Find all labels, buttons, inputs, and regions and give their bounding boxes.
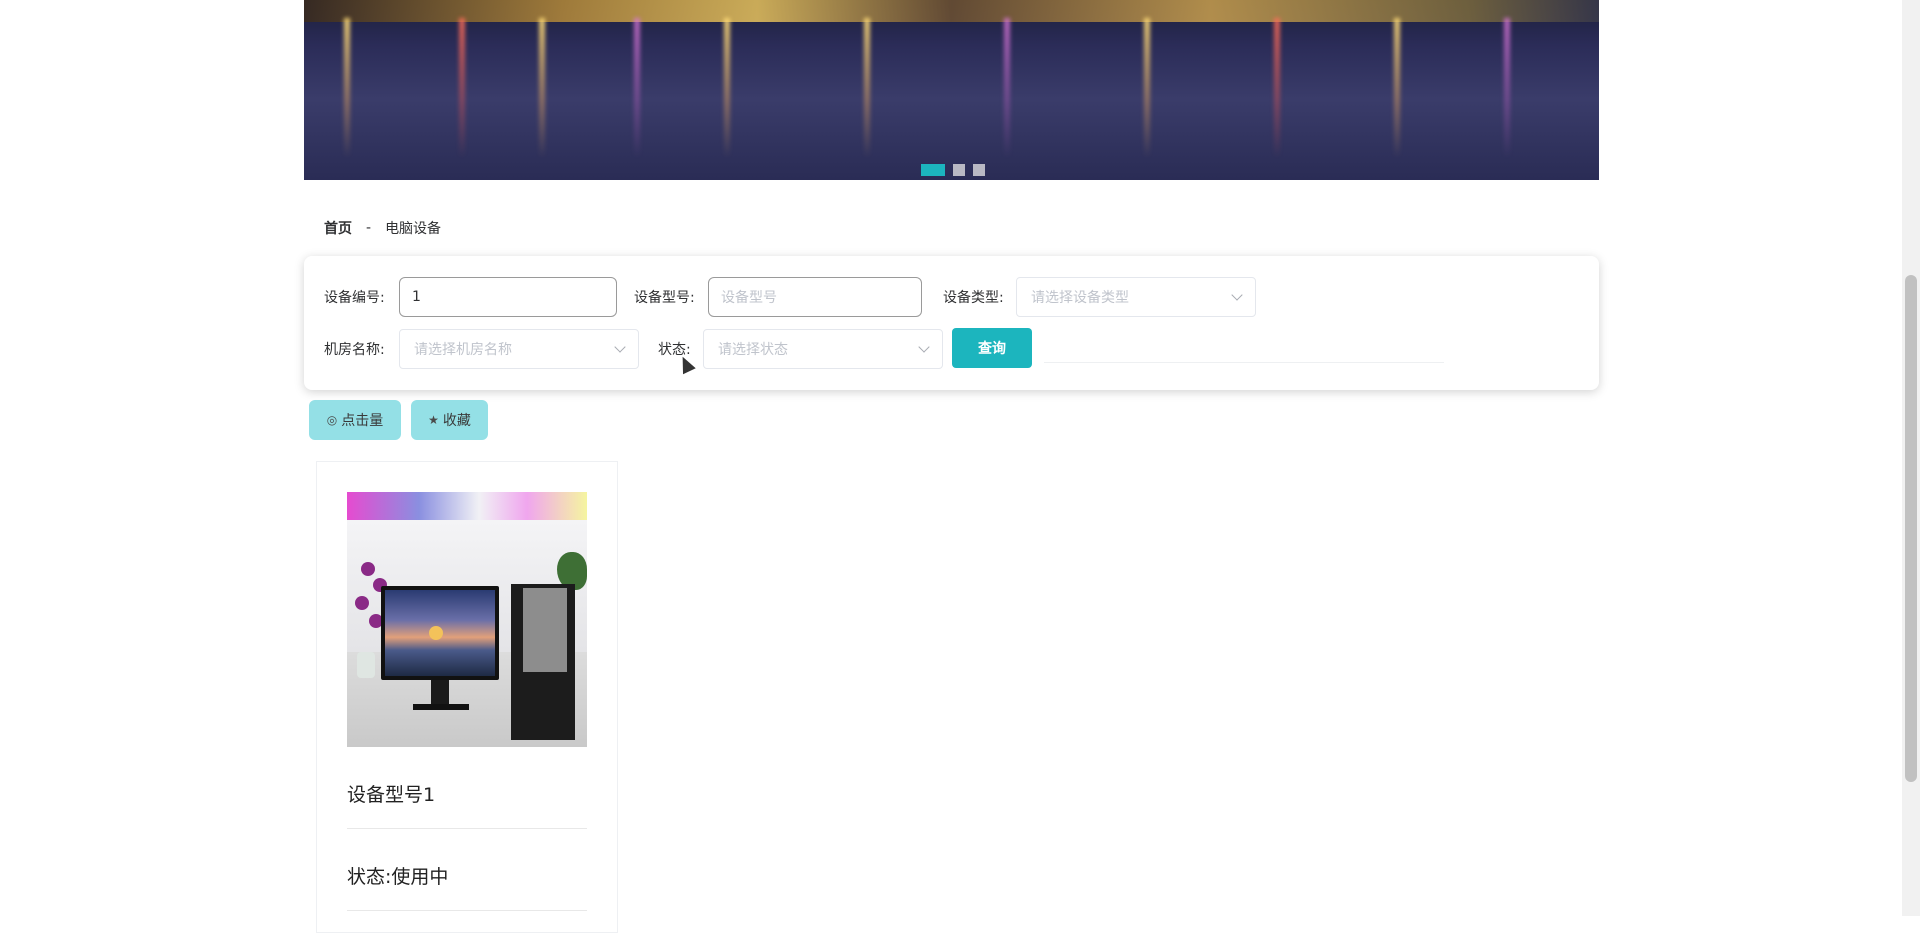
device-type-placeholder: 请选择设备类型 bbox=[1031, 290, 1129, 306]
device-title[interactable]: 设备型号1 bbox=[347, 780, 435, 807]
device-model-input[interactable]: 设备型号 bbox=[708, 277, 922, 317]
divider bbox=[347, 828, 587, 829]
breadcrumb-home[interactable]: 首页 bbox=[324, 218, 352, 238]
banner-reflection bbox=[1394, 18, 1400, 158]
device-card[interactable]: 设备型号1 状态:使用中 bbox=[316, 461, 618, 933]
status-select[interactable]: 请选择状态 bbox=[703, 329, 943, 369]
banner-bridge-lights bbox=[304, 0, 1599, 22]
chevron-down-icon bbox=[614, 341, 626, 353]
status-placeholder: 请选择状态 bbox=[718, 342, 788, 358]
banner-reflection bbox=[1144, 18, 1150, 158]
device-no-value: 1 bbox=[412, 289, 421, 305]
query-button[interactable]: 查询 bbox=[952, 328, 1032, 368]
search-panel: 设备编号: 1 设备型号: 设备型号 设备类型: 请选择设备类型 机房名称: 请… bbox=[304, 256, 1599, 390]
banner-reflection bbox=[539, 18, 545, 158]
scrollbar-thumb[interactable] bbox=[1905, 275, 1917, 782]
room-name-select[interactable]: 请选择机房名称 bbox=[399, 329, 639, 369]
banner-reflection bbox=[1004, 18, 1010, 158]
carousel-dot-1[interactable] bbox=[921, 164, 945, 176]
sort-by-favorites-button[interactable]: ★ 收藏 bbox=[411, 400, 488, 440]
device-type-select[interactable]: 请选择设备类型 bbox=[1016, 277, 1256, 317]
breadcrumb: 首页 - 电脑设备 bbox=[324, 218, 441, 238]
carousel-dot-3[interactable] bbox=[973, 164, 985, 176]
breadcrumb-current: 电脑设备 bbox=[385, 221, 442, 237]
banner-reflection bbox=[724, 18, 730, 158]
device-status: 状态:使用中 bbox=[347, 866, 449, 888]
carousel-dot-2[interactable] bbox=[953, 164, 965, 176]
banner-reflection bbox=[344, 18, 350, 158]
device-no-label: 设备编号: bbox=[324, 290, 385, 306]
divider bbox=[347, 910, 587, 911]
banner-reflection bbox=[1504, 18, 1510, 158]
star-icon: ★ bbox=[428, 413, 439, 427]
chevron-down-icon bbox=[918, 341, 930, 353]
banner-reflection bbox=[1274, 18, 1280, 158]
sort-by-clicks-button[interactable]: ◎ 点击量 bbox=[309, 400, 401, 440]
sort-by-favorites-label: 收藏 bbox=[442, 413, 471, 429]
room-name-label: 机房名称: bbox=[324, 342, 385, 358]
device-type-label: 设备类型: bbox=[943, 290, 1004, 306]
chevron-down-icon bbox=[1231, 289, 1243, 301]
banner-reflection bbox=[634, 18, 640, 158]
room-name-placeholder: 请选择机房名称 bbox=[414, 342, 512, 358]
device-no-input[interactable]: 1 bbox=[399, 277, 617, 317]
eye-icon: ◎ bbox=[326, 413, 338, 427]
carousel-indicators bbox=[921, 164, 985, 176]
banner-carousel[interactable] bbox=[304, 0, 1599, 180]
banner-reflection bbox=[864, 18, 870, 158]
device-image[interactable] bbox=[347, 492, 587, 747]
sort-by-clicks-label: 点击量 bbox=[341, 413, 384, 429]
banner-reflection bbox=[459, 18, 465, 158]
breadcrumb-separator: - bbox=[366, 220, 372, 236]
device-model-placeholder: 设备型号 bbox=[721, 290, 777, 306]
divider bbox=[1044, 362, 1444, 363]
device-model-label: 设备型号: bbox=[634, 290, 695, 306]
